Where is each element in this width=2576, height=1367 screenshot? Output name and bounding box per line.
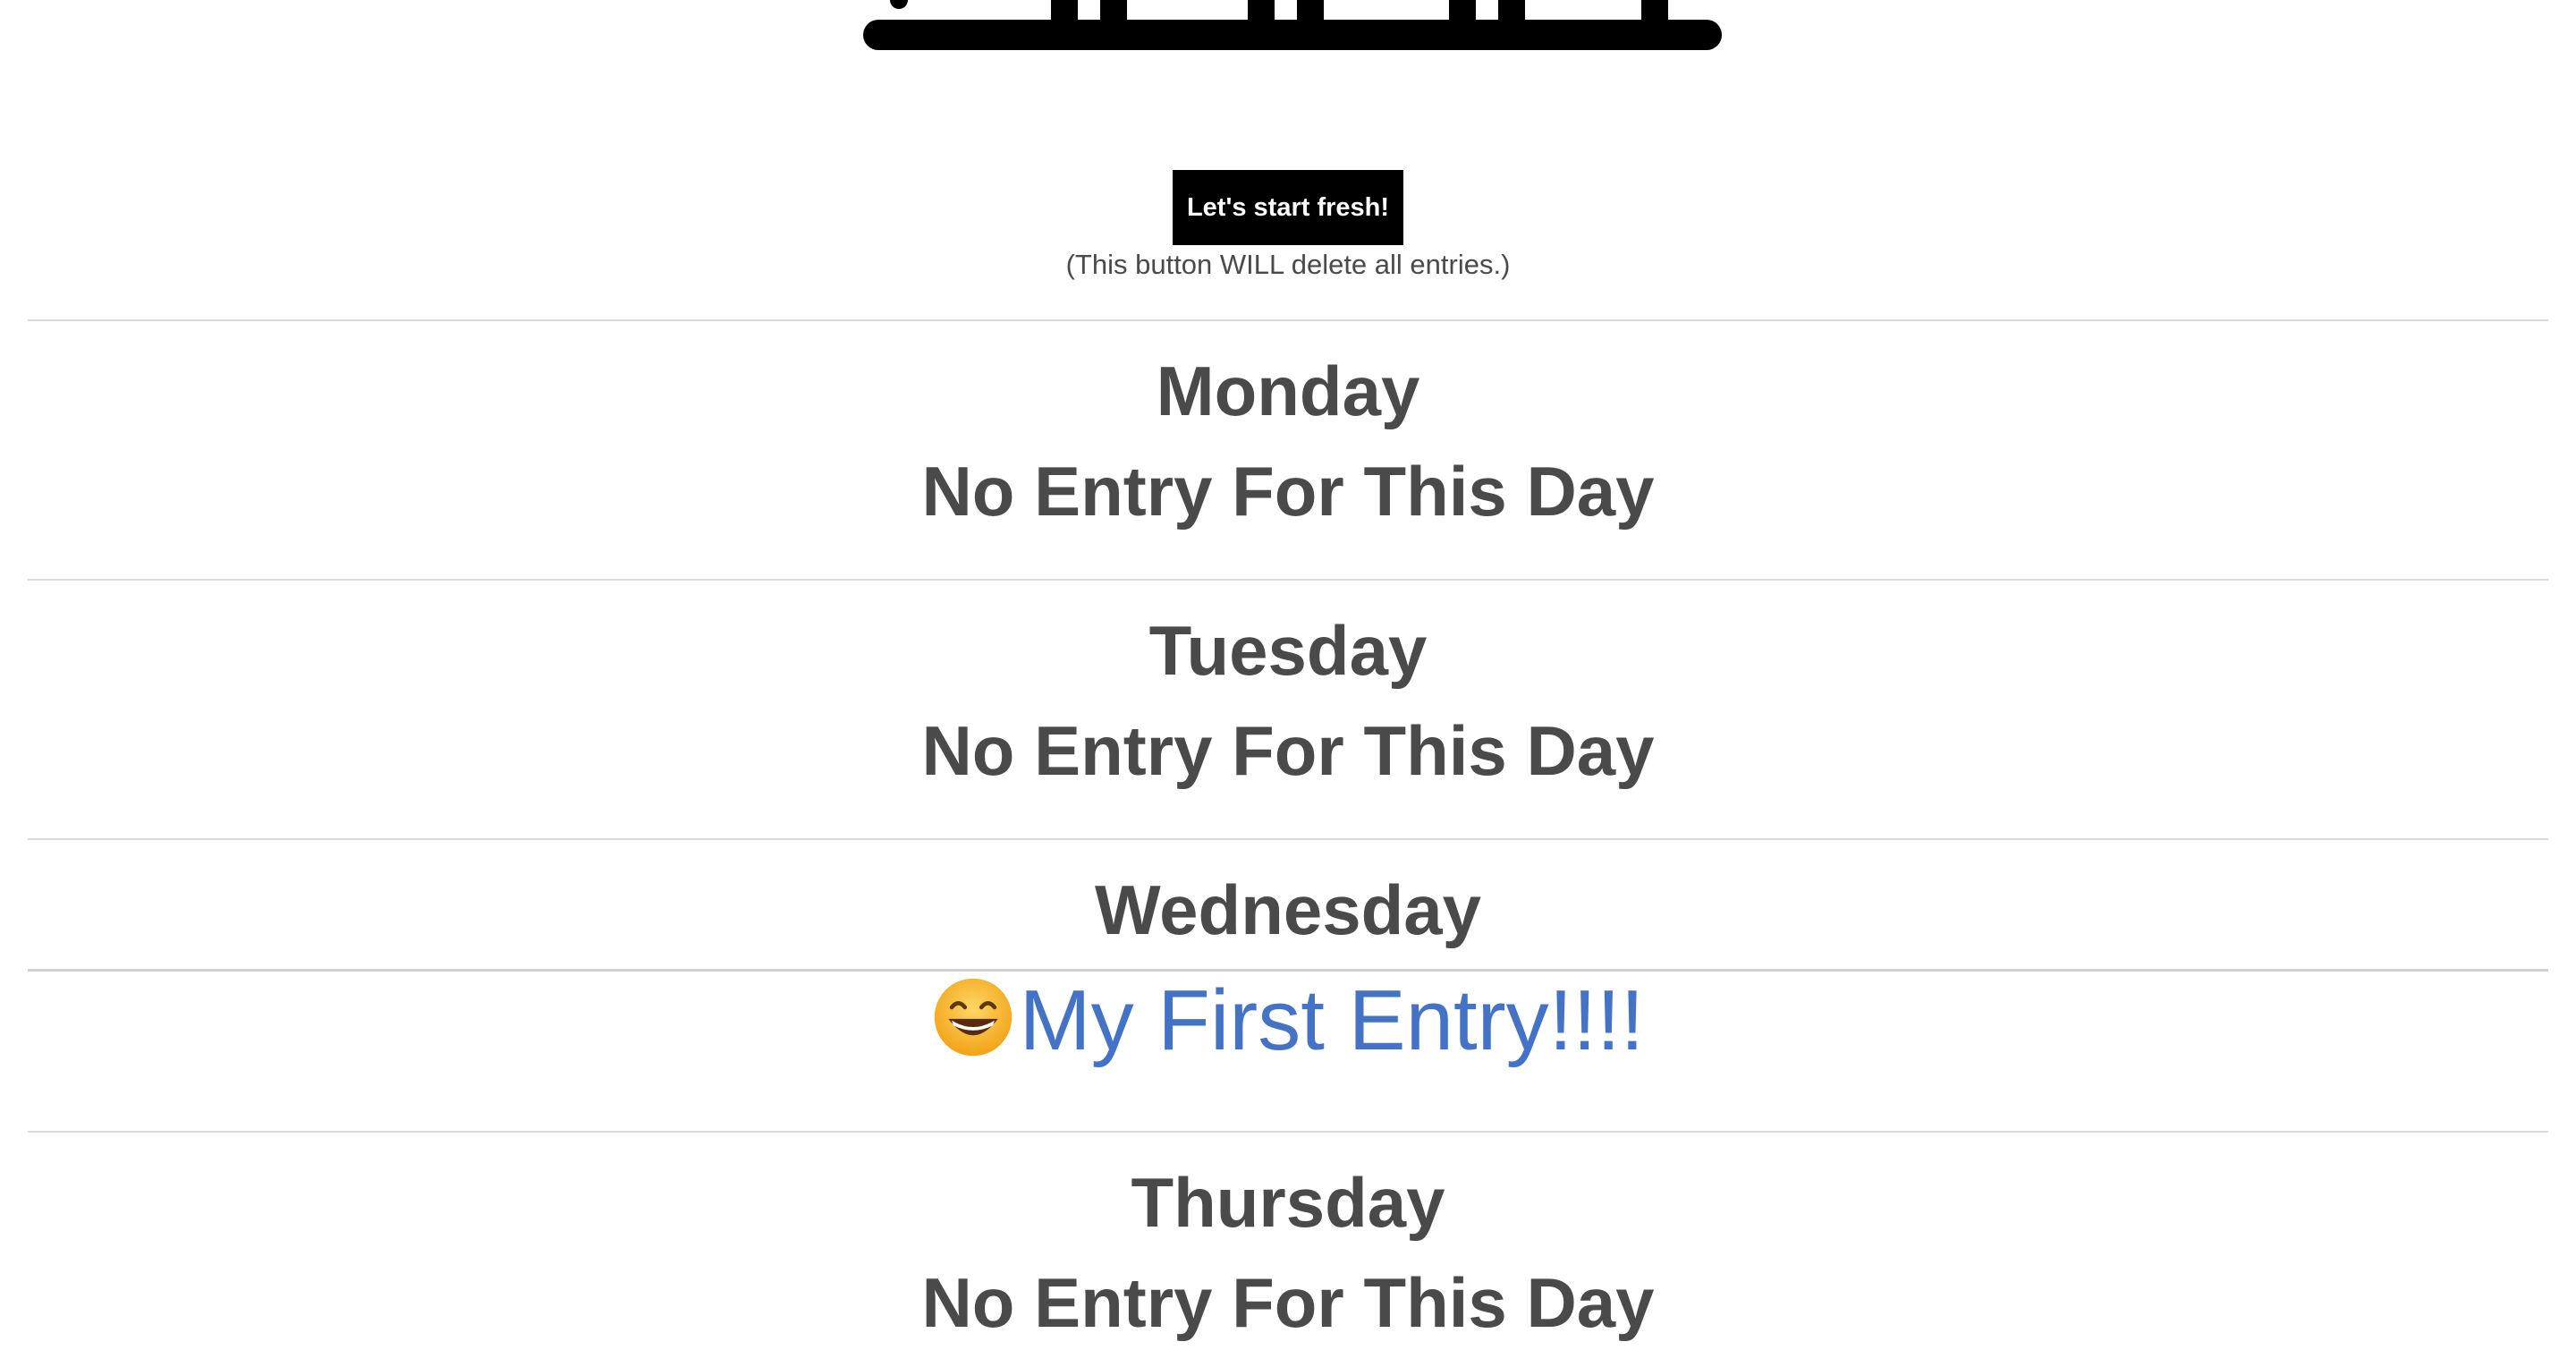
grinning-face-icon <box>934 978 1012 1057</box>
divider <box>28 838 2548 840</box>
day-title-thursday: Thursday <box>1131 1163 1445 1242</box>
entry-link-wednesday[interactable]: My First Entry!!!! <box>0 972 2576 1070</box>
day-title-wednesday: Wednesday <box>1094 870 1482 949</box>
day-title-tuesday: Tuesday <box>1148 611 1428 690</box>
day-entry-tuesday: No Entry For This Day <box>921 711 1655 790</box>
day-entry-monday: No Entry For This Day <box>921 452 1655 531</box>
journal-page: Let's start fresh! (This button WILL del… <box>0 0 2576 1367</box>
entry-link-text: My First Entry!!!! <box>1019 972 1645 1068</box>
divider <box>28 579 2548 581</box>
start-fresh-button[interactable]: Let's start fresh! <box>1172 170 1404 245</box>
bookshelf-logo-icon <box>863 0 1722 50</box>
reset-warning-note: (This button WILL delete all entries.) <box>1065 249 1511 280</box>
divider <box>28 319 2548 321</box>
day-entry-thursday: No Entry For This Day <box>921 1263 1655 1342</box>
reset-section: Let's start fresh! <box>0 170 2576 245</box>
divider <box>28 1131 2548 1133</box>
day-title-monday: Monday <box>1156 352 1420 430</box>
